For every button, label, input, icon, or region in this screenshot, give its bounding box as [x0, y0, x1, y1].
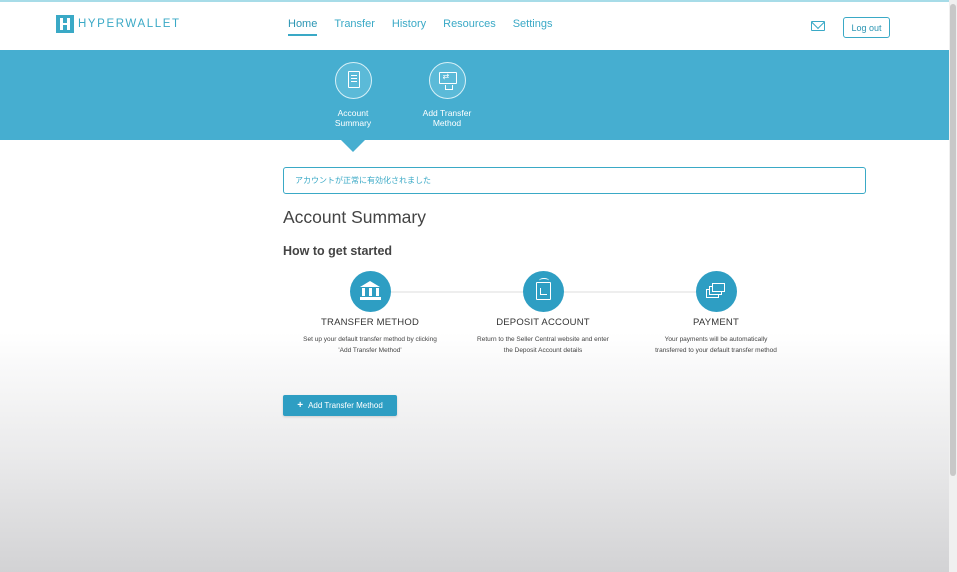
step-add-transfer-method[interactable]: Add Transfer Method	[402, 62, 492, 128]
feature-description: Set up your default transfer method by c…	[290, 335, 450, 356]
step-label: Add Transfer Method	[402, 108, 492, 128]
feature-deposit-account: DEPOSIT ACCOUNT Return to the Seller Cen…	[463, 271, 623, 356]
step-label-line: Account	[337, 108, 369, 118]
feature-description-line: Set up your default transfer method by c…	[303, 336, 437, 343]
section-subtitle: How to get started	[283, 244, 393, 258]
payment-icon	[695, 271, 737, 312]
nav-settings[interactable]: Settings	[513, 18, 553, 36]
feature-description-line: 'Add Transfer Method'	[338, 346, 402, 354]
logo-text: HYPERWALLET	[78, 18, 181, 30]
feature-description-line: the Deposit Account details	[503, 346, 583, 354]
step-band: Account Summary Add Transfer Method	[0, 50, 949, 140]
add-transfer-method-label: Add Transfer Method	[308, 401, 383, 410]
deposit-icon	[522, 271, 564, 312]
add-transfer-method-button[interactable]: + Add Transfer Method	[283, 395, 397, 416]
step-label-line: Method	[432, 118, 462, 128]
feature-title: PAYMENT	[693, 317, 739, 328]
feature-payment: PAYMENT Your payments will be automatica…	[636, 271, 796, 356]
bank-icon	[349, 271, 391, 312]
page-title: Account Summary	[283, 207, 426, 227]
nav-resources[interactable]: Resources	[443, 18, 496, 36]
vertical-scrollbar[interactable]	[949, 0, 957, 572]
active-step-pointer	[340, 139, 366, 152]
feature-description-line: Your payments will be automatically	[664, 336, 768, 343]
document-icon	[334, 62, 372, 99]
nav-transfer[interactable]: Transfer	[334, 18, 375, 36]
feature-description: Return to the Seller Central website and…	[463, 335, 623, 356]
step-label: Account Summary	[308, 108, 398, 128]
plus-icon: +	[297, 400, 304, 411]
feature-title: TRANSFER METHOD	[321, 317, 419, 328]
step-account-summary[interactable]: Account Summary	[308, 62, 398, 128]
hyperwallet-logo[interactable]: HYPERWALLET	[56, 15, 181, 33]
nav-home[interactable]: Home	[288, 18, 318, 36]
step-label-line: Summary	[334, 118, 372, 128]
main-nav: Home Transfer History Resources Settings	[288, 18, 552, 36]
monitor-transfer-icon	[428, 62, 466, 99]
scrollbar-thumb[interactable]	[950, 4, 956, 476]
feature-description-line: transferred to your default transfer met…	[655, 346, 777, 354]
step-label-line: Add Transfer	[422, 108, 472, 118]
envelope-icon[interactable]	[811, 21, 825, 31]
feature-transfer-method: TRANSFER METHOD Set up your default tran…	[290, 271, 450, 356]
alert-message: アカウントが正常に有効化されました	[295, 176, 431, 185]
logout-button[interactable]: Log out	[843, 17, 890, 38]
nav-history[interactable]: History	[392, 18, 426, 36]
page: HYPERWALLET Home Transfer History Resour…	[0, 0, 949, 572]
feature-title: DEPOSIT ACCOUNT	[496, 317, 590, 328]
feature-description: Your payments will be automatically tran…	[636, 335, 796, 356]
success-alert: アカウントが正常に有効化されました	[283, 167, 866, 194]
logo-mark-icon	[56, 15, 74, 33]
feature-description-line: Return to the Seller Central website and…	[477, 336, 609, 343]
top-header: HYPERWALLET Home Transfer History Resour…	[0, 2, 949, 50]
